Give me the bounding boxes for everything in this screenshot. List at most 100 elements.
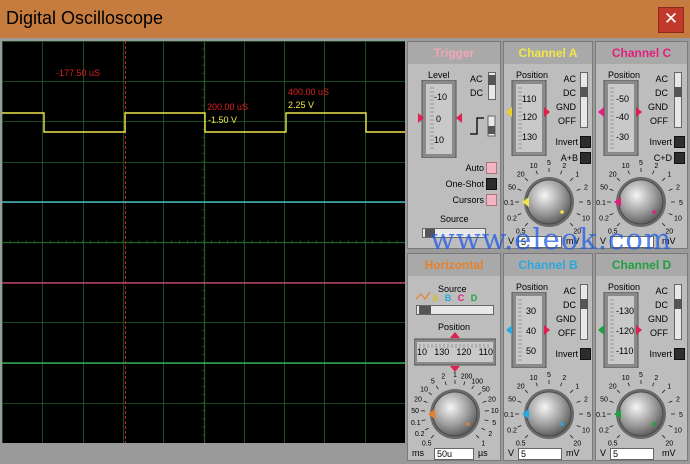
- channel-d-volts-field[interactable]: 5: [610, 448, 654, 460]
- channel-b-volts-field[interactable]: 5: [518, 448, 562, 460]
- dial-tick: [524, 434, 529, 439]
- horizontal-title: Horizontal: [408, 254, 500, 276]
- dial-label: 10: [530, 163, 538, 170]
- horizontal-scale: 10 130 120 110: [417, 347, 493, 357]
- channel-d-dc: DC: [655, 300, 668, 310]
- channel-c-position-label: Position: [608, 70, 641, 80]
- channel-c-scale-bot: -30: [616, 132, 630, 142]
- dial-label: 10: [420, 387, 428, 394]
- cursor1-time: -177.50 uS: [56, 68, 101, 78]
- channel-c-gnd: GND: [648, 102, 668, 112]
- channel-c-coupling-switch[interactable]: [674, 72, 682, 128]
- dial-label: 20: [517, 172, 525, 179]
- dial-label: 5: [587, 200, 591, 207]
- dial-label: 1: [453, 372, 457, 379]
- channel-d-unit-v: V: [600, 448, 607, 458]
- channel-d-position-label: Position: [608, 282, 641, 292]
- channel-c-volts-knob[interactable]: 0.50.20.1502010 5 21251020: [596, 160, 686, 236]
- trigger-coupling-switch[interactable]: [488, 72, 496, 100]
- source-d[interactable]: D: [471, 293, 478, 303]
- dial-label: 10: [622, 375, 630, 382]
- trigger-oneshot-label: One-Shot: [445, 179, 484, 189]
- knob-body: [618, 179, 664, 225]
- knob-dot: [560, 210, 564, 214]
- channel-a-unit-v: V: [508, 236, 515, 246]
- channel-d-gnd: GND: [648, 314, 668, 324]
- channel-c-invert-button[interactable]: [674, 136, 685, 148]
- channel-d-panel: Channel D Position -130 -120 -110 AC DC …: [595, 253, 688, 461]
- dial-tick: [517, 400, 522, 403]
- channel-c-dc: DC: [655, 88, 668, 98]
- dial-tick: [569, 222, 574, 227]
- channel-b-volts-knob[interactable]: 0.50.20.1502010 5 21251020: [504, 372, 593, 448]
- trigger-oneshot-button[interactable]: [486, 178, 497, 190]
- channel-a-dc: DC: [563, 88, 576, 98]
- channel-d-invert-button[interactable]: [674, 348, 685, 360]
- channel-b-coupling-switch[interactable]: [580, 284, 588, 340]
- horizontal-source-ramp-icon: [416, 291, 430, 300]
- cursor2-volt: -1.50 V: [208, 115, 238, 125]
- trigger-auto-button[interactable]: [486, 162, 497, 174]
- channel-a-volts-field[interactable]: 5: [518, 236, 562, 248]
- knob-body: [526, 391, 572, 437]
- dial-label: 20: [414, 397, 422, 404]
- dial-tick: [524, 222, 529, 227]
- dial-label: 2: [562, 375, 566, 382]
- dial-tick: [560, 170, 563, 175]
- trigger-source-slider[interactable]: [422, 228, 486, 238]
- channel-a-panel: Channel A Position 110 120 130 AC DC GND…: [503, 41, 593, 249]
- close-button[interactable]: ✕: [658, 7, 684, 33]
- channel-a-coupling-switch[interactable]: [580, 72, 588, 128]
- channel-d-volts-knob[interactable]: 0.50.20.1502010 5 21251020: [596, 372, 686, 448]
- dial-tick: [560, 382, 563, 387]
- dial-tick: [668, 213, 673, 216]
- source-b[interactable]: B: [445, 293, 452, 303]
- dial-label: 0.2: [507, 427, 517, 434]
- trigger-scale-bot: 10: [434, 135, 445, 145]
- channel-d-coupling-switch[interactable]: [674, 284, 682, 340]
- dial-tick: [524, 177, 529, 182]
- knob-dot: [652, 422, 656, 426]
- channel-d-title: Channel D: [596, 254, 687, 276]
- dial-tick: [477, 392, 482, 396]
- dial-tick: [609, 213, 614, 216]
- dial-tick: [616, 389, 621, 394]
- horizontal-source-slider[interactable]: [416, 305, 494, 315]
- dial-tick: [661, 434, 666, 439]
- channel-b-invert-button[interactable]: [580, 348, 591, 360]
- dial-label: 5: [431, 379, 435, 386]
- dial-label: 0.5: [608, 440, 618, 447]
- channel-a-invert-button[interactable]: [580, 136, 591, 148]
- dial-label: 2: [488, 431, 492, 438]
- source-a[interactable]: A: [432, 293, 438, 303]
- channel-c-volts-field[interactable]: [610, 236, 654, 248]
- channel-a-scale-top: 110: [522, 94, 537, 104]
- channel-a-volts-knob[interactable]: 0.50.20.1502010 5 21251020: [504, 160, 593, 236]
- horizontal-time-knob[interactable]: 0.50.20.150201052 1 200100502010521: [408, 372, 501, 448]
- dial-label: 20: [609, 384, 617, 391]
- channel-d-off: OFF: [650, 328, 668, 338]
- channel-a-unit-mv: mV: [566, 236, 580, 246]
- trigger-edge-icon[interactable]: [468, 112, 498, 140]
- horizontal-time-field[interactable]: 50u: [434, 448, 474, 460]
- scope-screen[interactable]: -177.50 uS 200.00 uS -1.50 V 400.00 uS 2…: [2, 41, 405, 443]
- dial-label: 2: [676, 397, 680, 404]
- horizontal-scale-2: 120: [456, 347, 472, 357]
- trigger-cursors-button[interactable]: [486, 194, 497, 206]
- dial-tick: [569, 434, 574, 439]
- trigger-cursors-label: Cursors: [452, 195, 484, 205]
- dial-tick: [535, 382, 538, 387]
- dial-label: 10: [582, 215, 590, 222]
- dial-label: 20: [573, 440, 581, 447]
- dial-tick: [609, 400, 614, 403]
- channel-c-unit-mv: mV: [662, 236, 676, 246]
- dial-tick: [423, 400, 428, 403]
- channel-b-scale-mid: 40: [526, 326, 537, 336]
- dial-label: 2: [654, 163, 658, 170]
- trigger-title: Trigger: [408, 42, 500, 64]
- channel-c-ac: AC: [655, 74, 668, 84]
- trigger-scale-mid: 0: [436, 114, 442, 124]
- source-c[interactable]: C: [458, 293, 465, 303]
- horizontal-scale-0: 10: [417, 347, 428, 357]
- channel-b-gnd: GND: [556, 314, 576, 324]
